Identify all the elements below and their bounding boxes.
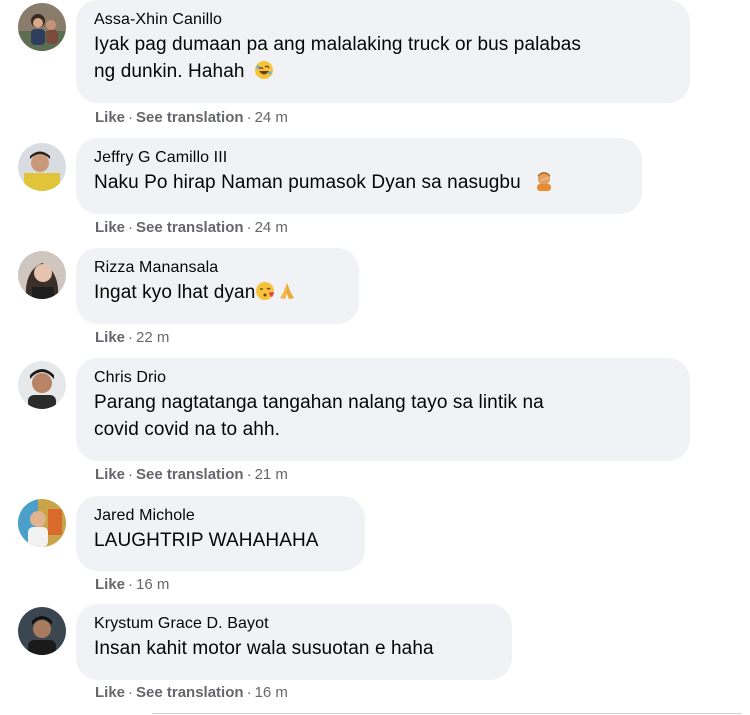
comment-text: Insan kahit motor wala susuotan e haha — [94, 635, 494, 662]
comment-actions: Like · See translation · 24 m — [95, 218, 288, 238]
avatar[interactable] — [18, 361, 66, 409]
comment-author[interactable]: Rizza Manansala — [94, 257, 341, 279]
comment-bubble: Krystum Grace D. Bayot Insan kahit motor… — [76, 604, 512, 680]
comment-text-line: Insan kahit motor wala susuotan e haha — [94, 638, 434, 659]
like-link[interactable]: Like — [95, 109, 125, 126]
comment-bubble: Jeffry G Camillo III Naku Po hirap Naman… — [76, 138, 642, 214]
avatar[interactable] — [18, 3, 66, 51]
separator: · — [128, 219, 134, 236]
separator: · — [128, 329, 134, 346]
separator: · — [128, 109, 134, 126]
comment-timestamp[interactable]: 16 m — [136, 576, 169, 593]
comment-actions: Like · See translation · 16 m — [95, 683, 288, 703]
comment-text-line: LAUGHTRIP WAHAHAHA — [94, 530, 319, 551]
like-link[interactable]: Like — [95, 329, 125, 346]
separator: · — [128, 684, 134, 701]
separator: · — [128, 576, 134, 593]
comment-author[interactable]: Assa-Xhin Canillo — [94, 9, 672, 31]
comment-timestamp[interactable]: 21 m — [255, 466, 288, 483]
avatar[interactable] — [18, 607, 66, 655]
comment-bubble: Assa-Xhin Canillo Iyak pag dumaan pa ang… — [76, 0, 690, 103]
like-link[interactable]: Like — [95, 684, 125, 701]
comment-text: LAUGHTRIP WAHAHAHA — [94, 527, 347, 554]
comment-text-line: Naku Po hirap Naman pumasok Dyan sa nasu… — [94, 172, 521, 193]
facepalm-emoji-icon — [534, 171, 554, 191]
comment-text: Iyak pag dumaan pa ang malalaking truck … — [94, 31, 672, 85]
see-translation-link[interactable]: See translation — [136, 466, 244, 483]
like-link[interactable]: Like — [95, 219, 125, 236]
comment-timestamp[interactable]: 22 m — [136, 329, 169, 346]
comment-bubble: Jared Michole LAUGHTRIP WAHAHAHA — [76, 496, 365, 571]
comment-actions: Like · See translation · 21 m — [95, 465, 288, 485]
comment-text: Parang nagtatanga tangahan nalang tayo s… — [94, 389, 672, 443]
comment-bubble: Chris Drio Parang nagtatanga tangahan na… — [76, 358, 690, 461]
comment-timestamp[interactable]: 24 m — [255, 219, 288, 236]
comment-text-line: Iyak pag dumaan pa ang malalaking truck … — [94, 34, 582, 55]
separator: · — [246, 684, 252, 701]
separator: · — [246, 466, 252, 483]
like-link[interactable]: Like — [95, 576, 125, 593]
comment-author[interactable]: Jeffry G Camillo III — [94, 147, 624, 169]
avatar[interactable] — [18, 143, 66, 191]
avatar-photo-icon — [18, 251, 66, 299]
comment-author[interactable]: Krystum Grace D. Bayot — [94, 613, 494, 635]
divider — [152, 713, 742, 714]
comment-author[interactable]: Jared Michole — [94, 505, 347, 527]
separator: · — [128, 466, 134, 483]
comment-bubble: Rizza Manansala Ingat kyo lhat dyan — [76, 248, 359, 324]
comment-text: Naku Po hirap Naman pumasok Dyan sa nasu… — [94, 169, 624, 196]
see-translation-link[interactable]: See translation — [136, 109, 244, 126]
avatar-photo-icon — [18, 499, 66, 547]
avatar[interactable] — [18, 251, 66, 299]
comment-actions: Like · 22 m — [95, 328, 169, 348]
see-translation-link[interactable]: See translation — [136, 684, 244, 701]
kissing-heart-emoji-icon — [255, 281, 275, 301]
comment-actions: Like · 16 m — [95, 575, 169, 595]
comment-text-line: Ingat kyo lhat dyan — [94, 282, 256, 303]
praying-hands-emoji-icon — [277, 281, 297, 301]
comment-timestamp[interactable]: 16 m — [255, 684, 288, 701]
rofl-emoji-icon — [254, 60, 274, 80]
comment-text-line: covid covid na to ahh. — [94, 419, 280, 440]
comment-text-line: Parang nagtatanga tangahan nalang tayo s… — [94, 392, 544, 413]
comment-text: Ingat kyo lhat dyan — [94, 279, 341, 306]
comment-text-line: ng dunkin. Hahah — [94, 61, 245, 82]
avatar-photo-icon — [18, 143, 66, 191]
comment-author[interactable]: Chris Drio — [94, 367, 672, 389]
see-translation-link[interactable]: See translation — [136, 219, 244, 236]
comment-timestamp[interactable]: 24 m — [255, 109, 288, 126]
avatar[interactable] — [18, 499, 66, 547]
separator: · — [246, 109, 252, 126]
comment-actions: Like · See translation · 24 m — [95, 108, 288, 128]
avatar-photo-icon — [18, 607, 66, 655]
separator: · — [246, 219, 252, 236]
avatar-photo-icon — [18, 3, 66, 51]
avatar-photo-icon — [18, 361, 66, 409]
like-link[interactable]: Like — [95, 466, 125, 483]
